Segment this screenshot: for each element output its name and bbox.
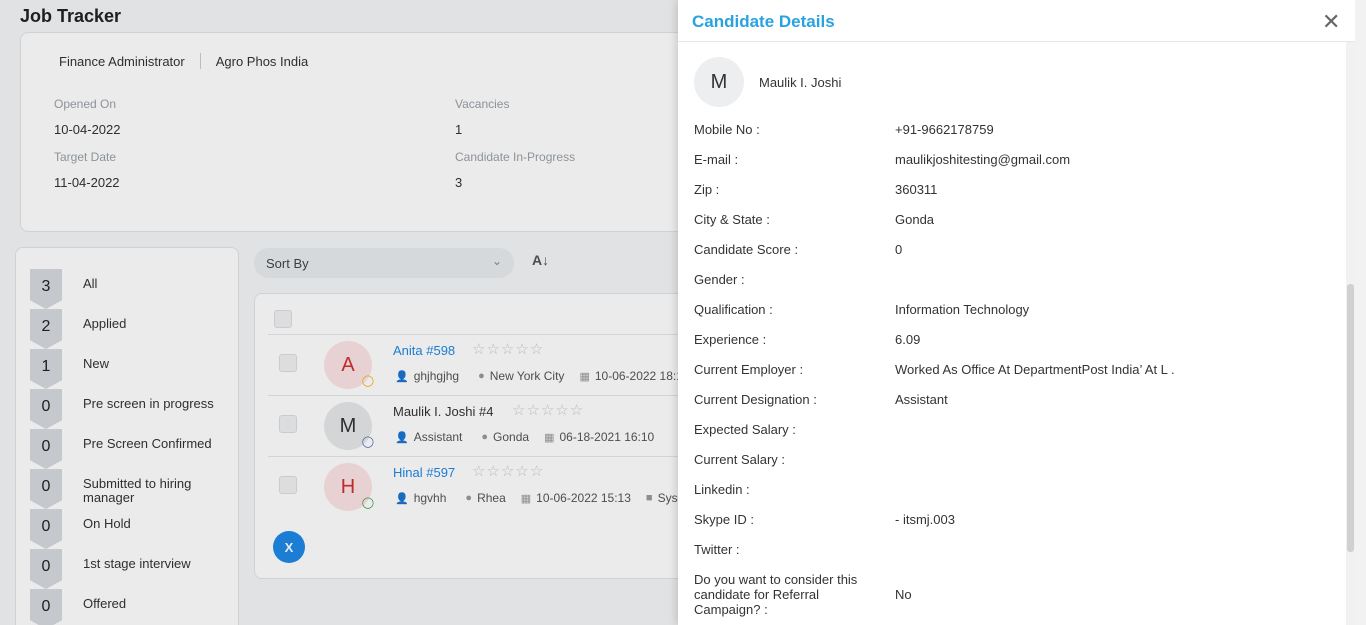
field-value-referral-campaign: No	[895, 587, 912, 602]
field-label-skype: Skype ID :	[694, 512, 754, 527]
scrollbar-thumb[interactable]	[1347, 284, 1354, 552]
field-label-qualification: Qualification :	[694, 302, 773, 317]
field-label-experience: Experience :	[694, 332, 767, 347]
field-label-referral-campaign: Do you want to consider this candidate f…	[694, 572, 858, 617]
field-label-current-designation: Current Designation :	[694, 392, 817, 407]
field-value-city-state: Gonda	[895, 212, 935, 227]
field-label-city-state: City & State :	[694, 212, 770, 227]
field-value-mobile: +91-9662178759	[895, 122, 994, 137]
field-label-score: Candidate Score :	[694, 242, 799, 257]
field-value-email: maulikjoshitesting@gmail.com	[895, 152, 1071, 167]
avatar-initial: M	[710, 70, 728, 93]
field-label-twitter: Twitter :	[694, 542, 740, 557]
field-label-linkedin: Linkedin :	[694, 482, 750, 497]
field-label-gender: Gender :	[694, 272, 745, 287]
field-value-experience: 6.09	[895, 332, 921, 347]
field-value-skype: - itsmj.003	[895, 512, 955, 527]
field-value-current-employer: Worked As Office At DepartmentPost India…	[895, 362, 1175, 377]
drawer-edge	[1355, 0, 1366, 625]
field-label-current-salary: Current Salary :	[694, 452, 786, 467]
field-label-email: E-mail :	[694, 152, 739, 167]
field-value-zip: 360311	[895, 182, 938, 197]
field-value-qualification: Information Technology	[895, 302, 1030, 317]
field-label-mobile: Mobile No :	[694, 122, 760, 137]
avatar: M	[694, 57, 744, 107]
field-label-current-employer: Current Employer :	[694, 362, 804, 377]
candidate-details-drawer: Candidate Details ✕ M Maulik I. Joshi Mo…	[678, 0, 1366, 625]
candidate-name: Maulik I. Joshi	[759, 75, 842, 90]
drawer-header: Candidate Details ✕	[678, 0, 1355, 42]
close-icon[interactable]: ✕	[1322, 11, 1340, 33]
field-value-score: 0	[895, 242, 903, 257]
drawer-title: Candidate Details	[692, 12, 835, 31]
field-value-current-designation: Assistant	[895, 392, 948, 407]
field-label-expected-salary: Expected Salary :	[694, 422, 796, 437]
field-label-zip: Zip :	[694, 182, 720, 197]
